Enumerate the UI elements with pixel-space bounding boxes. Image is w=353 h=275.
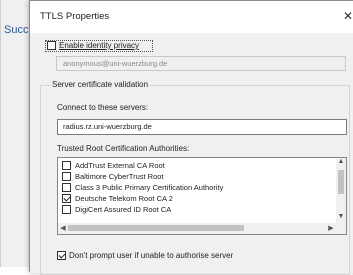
- horizontal-scroll-thumb[interactable]: [68, 225, 244, 231]
- vertical-scroll-thumb[interactable]: [338, 170, 344, 194]
- connect-servers-label: Connect to these servers:: [57, 103, 149, 112]
- ca-label: AddTrust External CA Root: [75, 161, 165, 170]
- scroll-right-icon[interactable]: ▶: [326, 224, 336, 232]
- scroll-down-icon[interactable]: ▼: [336, 213, 346, 220]
- scroll-up-icon[interactable]: ▲: [336, 158, 346, 165]
- dialog-body: Enable identity privacy anonymous@uni-wu…: [30, 33, 353, 275]
- ca-checkbox[interactable]: [62, 172, 71, 181]
- dialog-title: TTLS Properties: [40, 11, 110, 22]
- close-button[interactable]: ✕: [341, 9, 353, 23]
- ca-checkbox[interactable]: [62, 205, 71, 214]
- ca-label: Class 3 Public Primary Certification Aut…: [75, 183, 224, 192]
- servers-input[interactable]: radius.rz.uni-wuerzburg.de: [57, 119, 347, 135]
- trusted-ca-label: Trusted Root Certification Authorities:: [57, 144, 190, 153]
- enable-identity-privacy-label[interactable]: Enable identity privacy: [59, 41, 139, 50]
- ca-label: DigiCert Assured ID Root CA: [75, 205, 172, 214]
- ca-label: Baltimore CyberTrust Root: [75, 172, 164, 181]
- ca-label: Deutsche Telekom Root CA 2: [75, 194, 173, 203]
- horizontal-scrollbar[interactable]: ◀ ▶: [58, 223, 346, 234]
- ca-checkbox[interactable]: [62, 161, 71, 170]
- ttls-properties-dialog: TTLS Properties ✕ Enable identity privac…: [29, 0, 353, 275]
- close-icon: ✕: [342, 9, 353, 23]
- dont-prompt-checkbox[interactable]: [57, 251, 66, 260]
- ca-checkbox[interactable]: [62, 183, 71, 192]
- ca-checkbox[interactable]: [62, 194, 71, 203]
- enable-identity-privacy-checkbox[interactable]: [47, 41, 56, 50]
- dont-prompt-label[interactable]: Don't prompt user if unable to authorise…: [69, 251, 233, 260]
- vertical-scrollbar[interactable]: ▲ ▼: [336, 158, 346, 223]
- server-validation-group-title: Server certificate validation: [50, 80, 151, 89]
- trusted-ca-listbox[interactable]: AddTrust External CA Root Baltimore Cybe…: [57, 157, 347, 235]
- background-partial-text: Succ: [4, 24, 29, 36]
- scroll-left-icon[interactable]: ◀: [58, 224, 68, 232]
- dialog-titlebar[interactable]: TTLS Properties ✕: [30, 1, 353, 33]
- anonymous-identity-field: anonymous@uni-wuerzburg.de: [56, 56, 346, 71]
